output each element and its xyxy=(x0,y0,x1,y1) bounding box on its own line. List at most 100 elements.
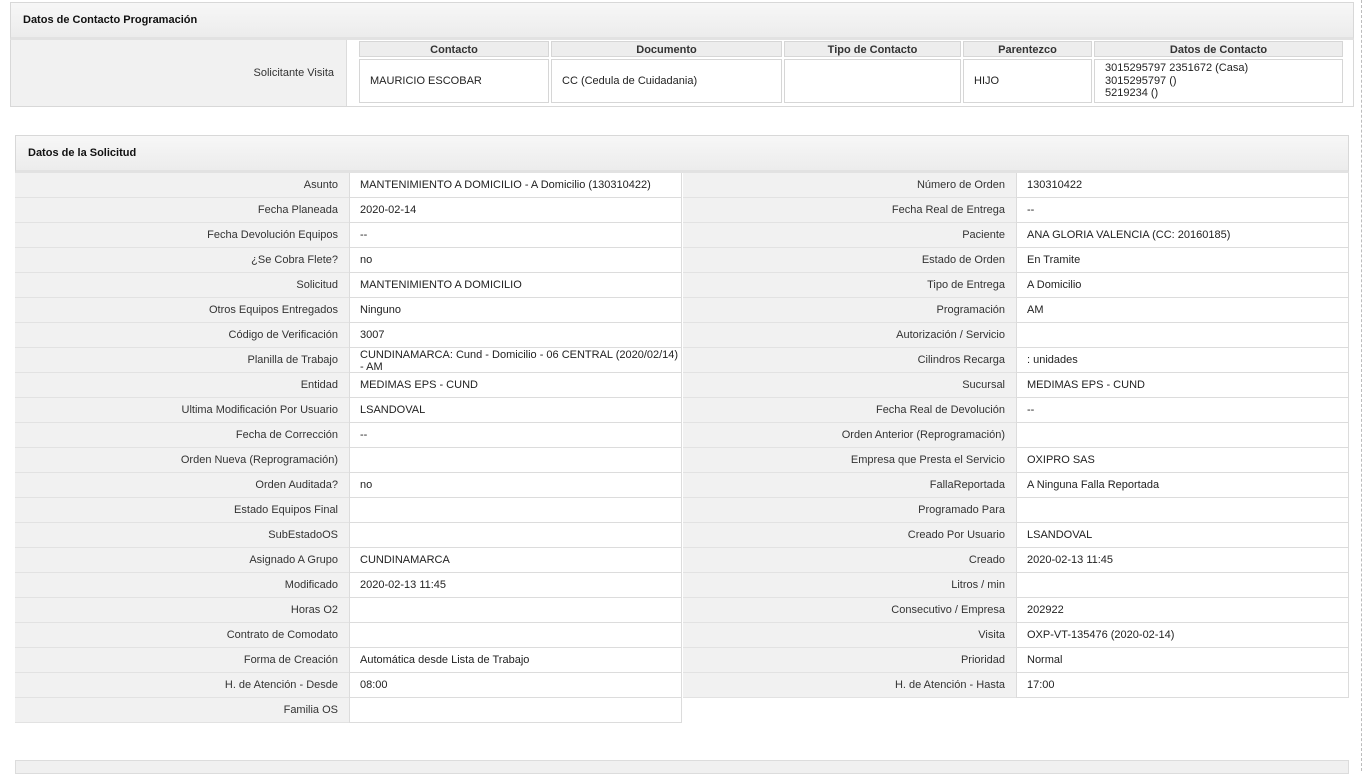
field-label-subestadoos: SubEstadoOS xyxy=(15,523,349,548)
field-label-sucursal: Sucursal xyxy=(683,373,1016,398)
contact-phone-3: 5219234 () xyxy=(1105,87,1159,100)
field-value-otros-equipos-entregados: Ninguno xyxy=(349,298,682,323)
contact-header-parentezco: Parentezco xyxy=(963,41,1092,57)
field-label-prioridad: Prioridad xyxy=(683,648,1016,673)
field-value-fecha-devolucion-equipos: -- xyxy=(349,223,682,248)
field-value-empresa-que-presta-el-servicio: OXIPRO SAS xyxy=(1016,448,1349,473)
field-label-creado: Creado xyxy=(683,548,1016,573)
field-label-numero-de-orden: Número de Orden xyxy=(683,173,1016,198)
field-value-prioridad: Normal xyxy=(1016,648,1349,673)
field-label-orden-auditada: Orden Auditada? xyxy=(15,473,349,498)
field-label-fecha-real-de-entrega: Fecha Real de Entrega xyxy=(683,198,1016,223)
field-value-h-de-atencion-desde: 08:00 xyxy=(349,673,682,698)
contact-cell-datos: 3015295797 2351672 (Casa) 3015295797 () … xyxy=(1094,59,1343,103)
field-value-planilla-de-trabajo: CUNDINAMARCA: Cund - Domicilio - 06 CENT… xyxy=(349,348,682,373)
field-label-tipo-de-entrega: Tipo de Entrega xyxy=(683,273,1016,298)
field-value-estado-de-orden: En Tramite xyxy=(1016,248,1349,273)
contact-document: CC (Cedula de Cuidadania) xyxy=(562,75,698,87)
field-value-estado-equipos-final xyxy=(349,498,682,523)
field-value-tipo-de-entrega: A Domicilio xyxy=(1016,273,1349,298)
field-label-familia-os: Familia OS xyxy=(15,698,349,723)
request-section: Datos de la Solicitud Asunto MANTENIMIENT… xyxy=(15,135,1349,723)
field-label-visita: Visita xyxy=(683,623,1016,648)
contact-header-datos: Datos de Contacto xyxy=(1094,41,1343,57)
contact-cell-contacto: MAURICIO ESCOBAR xyxy=(359,59,549,103)
field-label-otros-equipos-entregados: Otros Equipos Entregados xyxy=(15,298,349,323)
field-label-asunto: Asunto xyxy=(15,173,349,198)
field-value-orden-anterior-reprogramacion xyxy=(1016,423,1349,448)
field-value-h-de-atencion-hasta: 17:00 xyxy=(1016,673,1349,698)
field-label-programacion: Programación xyxy=(683,298,1016,323)
field-value-litros-min xyxy=(1016,573,1349,598)
field-value-solicitud: MANTENIMIENTO A DOMICILIO xyxy=(349,273,682,298)
contact-relationship: HIJO xyxy=(974,75,1000,87)
field-label-litros-min: Litros / min xyxy=(683,573,1016,598)
field-label-contrato-de-comodato: Contrato de Comodato xyxy=(15,623,349,648)
contact-header-documento: Documento xyxy=(551,41,782,57)
field-label-solicitud: Solicitud xyxy=(15,273,349,298)
field-value-fallareportada: A Ninguna Falla Reportada xyxy=(1016,473,1349,498)
field-label-fecha-devolucion-equipos: Fecha Devolución Equipos xyxy=(15,223,349,248)
field-label-fecha-planeada: Fecha Planeada xyxy=(15,198,349,223)
field-value-creado: 2020-02-13 11:45 xyxy=(1016,548,1349,573)
field-value-programacion: AM xyxy=(1016,298,1349,323)
field-label-orden-nueva-reprogramacion: Orden Nueva (Reprogramación) xyxy=(15,448,349,473)
field-value-autorizacion-servicio xyxy=(1016,323,1349,348)
field-value-se-cobra-flete: no xyxy=(349,248,682,273)
contact-name: MAURICIO ESCOBAR xyxy=(370,75,482,87)
field-value-modificado: 2020-02-13 11:45 xyxy=(349,573,682,598)
next-section-header xyxy=(15,760,1349,774)
request-section-header: Datos de la Solicitud xyxy=(15,135,1349,173)
field-value-visita: OXP-VT-135476 (2020-02-14) xyxy=(1016,623,1349,648)
contact-row-label: Solicitante Visita xyxy=(11,40,347,106)
field-label-se-cobra-flete: ¿Se Cobra Flete? xyxy=(15,248,349,273)
field-value-cilindros-recarga: : unidades xyxy=(1016,348,1349,373)
page-dashed-border xyxy=(1361,0,1362,771)
field-label-fecha-de-correccion: Fecha de Corrección xyxy=(15,423,349,448)
field-value-paciente: ANA GLORIA VALENCIA (CC: 20160185) xyxy=(1016,223,1349,248)
field-label-h-de-atencion-hasta: H. de Atención - Hasta xyxy=(683,673,1016,698)
field-label-creado-por-usuario: Creado Por Usuario xyxy=(683,523,1016,548)
field-label-forma-de-creacion: Forma de Creación xyxy=(15,648,349,673)
field-value-ultima-modificacion-por-usuario: LSANDOVAL xyxy=(349,398,682,423)
field-label-paciente: Paciente xyxy=(683,223,1016,248)
field-value-contrato-de-comodato xyxy=(349,623,682,648)
field-value-sucursal: MEDIMAS EPS - CUND xyxy=(1016,373,1349,398)
field-value-forma-de-creacion: Automática desde Lista de Trabajo xyxy=(349,648,682,673)
field-label-programado-para: Programado Para xyxy=(683,498,1016,523)
contact-section-header: Datos de Contacto Programación xyxy=(10,2,1354,40)
field-value-numero-de-orden: 130310422 xyxy=(1016,173,1349,198)
field-value-consecutivo-empresa: 202922 xyxy=(1016,598,1349,623)
field-value-asunto: MANTENIMIENTO A DOMICILIO - A Domicilio … xyxy=(349,173,682,198)
contact-header-contacto: Contacto xyxy=(359,41,549,57)
field-label-ultima-modificacion-por-usuario: Ultima Modificación Por Usuario xyxy=(15,398,349,423)
field-label-estado-de-orden: Estado de Orden xyxy=(683,248,1016,273)
field-label-entidad: Entidad xyxy=(15,373,349,398)
contact-section-title: Datos de Contacto Programación xyxy=(23,14,198,26)
field-label-planilla-de-trabajo: Planilla de Trabajo xyxy=(15,348,349,373)
field-value-familia-os xyxy=(349,698,682,723)
field-value-creado-por-usuario: LSANDOVAL xyxy=(1016,523,1349,548)
field-value-fecha-real-de-devolucion: -- xyxy=(1016,398,1349,423)
contact-cell-documento: CC (Cedula de Cuidadania) xyxy=(551,59,782,103)
request-section-title: Datos de la Solicitud xyxy=(28,147,137,159)
field-value-entidad: MEDIMAS EPS - CUND xyxy=(349,373,682,398)
field-value-fecha-planeada: 2020-02-14 xyxy=(349,198,682,223)
field-value-asignado-a-grupo: CUNDINAMARCA xyxy=(349,548,682,573)
contact-phone-1: 3015295797 2351672 (Casa) xyxy=(1105,62,1249,75)
field-label-fallareportada: FallaReportada xyxy=(683,473,1016,498)
field-label-cilindros-recarga: Cilindros Recarga xyxy=(683,348,1016,373)
contact-cell-parentezco: HIJO xyxy=(963,59,1092,103)
field-label-empresa-que-presta-el-servicio: Empresa que Presta el Servicio xyxy=(683,448,1016,473)
field-label-consecutivo-empresa: Consecutivo / Empresa xyxy=(683,598,1016,623)
field-label-autorizacion-servicio: Autorización / Servicio xyxy=(683,323,1016,348)
contact-section: Datos de Contacto Programación Solicitan… xyxy=(10,2,1354,107)
field-label-codigo-de-verificacion: Código de Verificación xyxy=(15,323,349,348)
field-value-subestadoos xyxy=(349,523,682,548)
contact-cell-tipo xyxy=(784,59,961,103)
field-label-h-de-atencion-desde: H. de Atención - Desde xyxy=(15,673,349,698)
field-label-fecha-real-de-devolucion: Fecha Real de Devolución xyxy=(683,398,1016,423)
field-value-orden-auditada: no xyxy=(349,473,682,498)
contact-header-tipo: Tipo de Contacto xyxy=(784,41,961,57)
field-value-horas-o2 xyxy=(349,598,682,623)
